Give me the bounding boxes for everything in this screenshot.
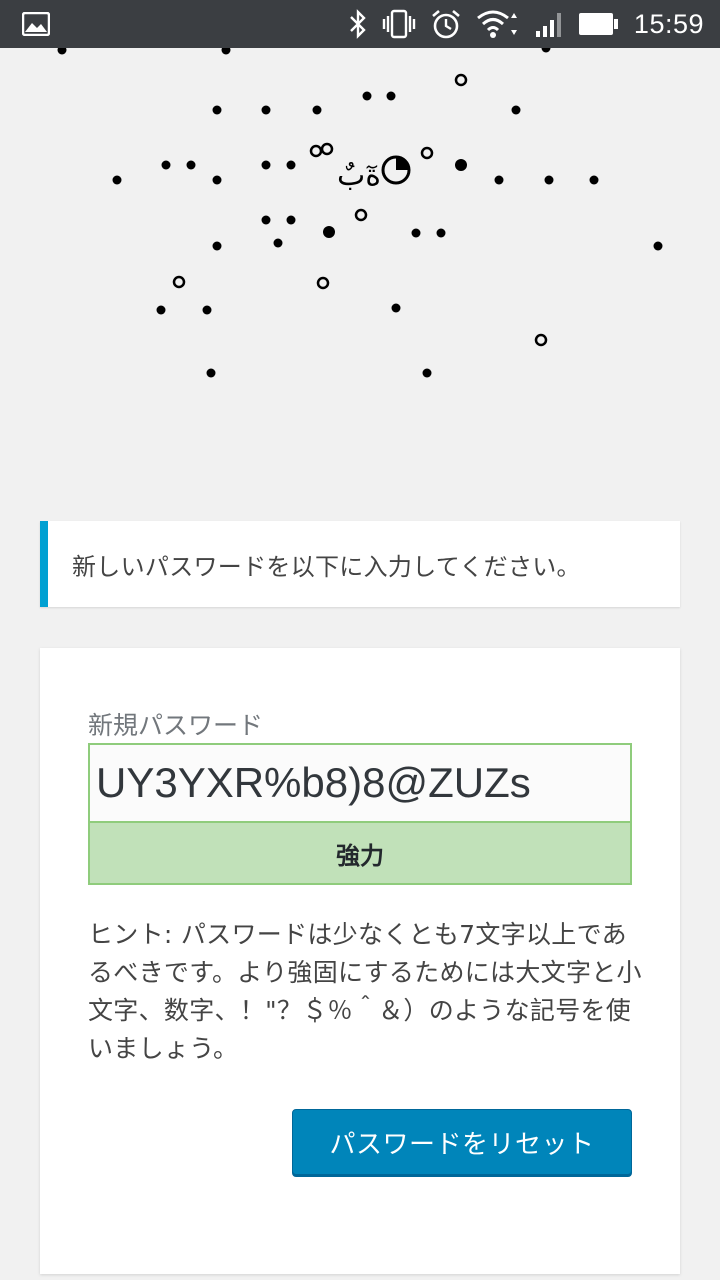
status-bar: 15:59: [0, 0, 720, 48]
signal-icon: [534, 9, 564, 39]
bluetooth-icon: [348, 9, 368, 39]
logo-dots-graphic: ةٓبٌ: [57, 48, 663, 378]
alarm-icon: [430, 8, 462, 40]
image-icon: [21, 11, 51, 40]
clock: 15:59: [633, 8, 704, 39]
svg-text:ةٓبٌ: ةٓبٌ: [337, 158, 381, 193]
new-password-input[interactable]: UY3YXR%b8)8@ZUZs: [88, 743, 632, 821]
reset-password-button[interactable]: パスワードをリセット: [292, 1109, 632, 1175]
vibrate-icon: [382, 9, 416, 39]
battery-icon: [578, 11, 620, 37]
password-label: 新規パスワード: [88, 711, 264, 740]
password-hint: ヒント: パスワードは少なくとも7文字以上であるべきです。より強固にするためには…: [88, 920, 642, 1063]
reset-password-form: 新規パスワード UY3YXR%b8)8@ZUZs 強力 ヒント: パスワードは少…: [40, 648, 680, 1274]
site-logo[interactable]: ةٓبٌ: [0, 48, 720, 468]
notice-text: 新しいパスワードを以下に入力してください。: [72, 552, 581, 581]
notice-message-box: 新しいパスワードを以下に入力してください。: [40, 521, 680, 607]
password-strength-indicator: 強力: [88, 821, 632, 885]
wifi-icon: [476, 9, 520, 39]
